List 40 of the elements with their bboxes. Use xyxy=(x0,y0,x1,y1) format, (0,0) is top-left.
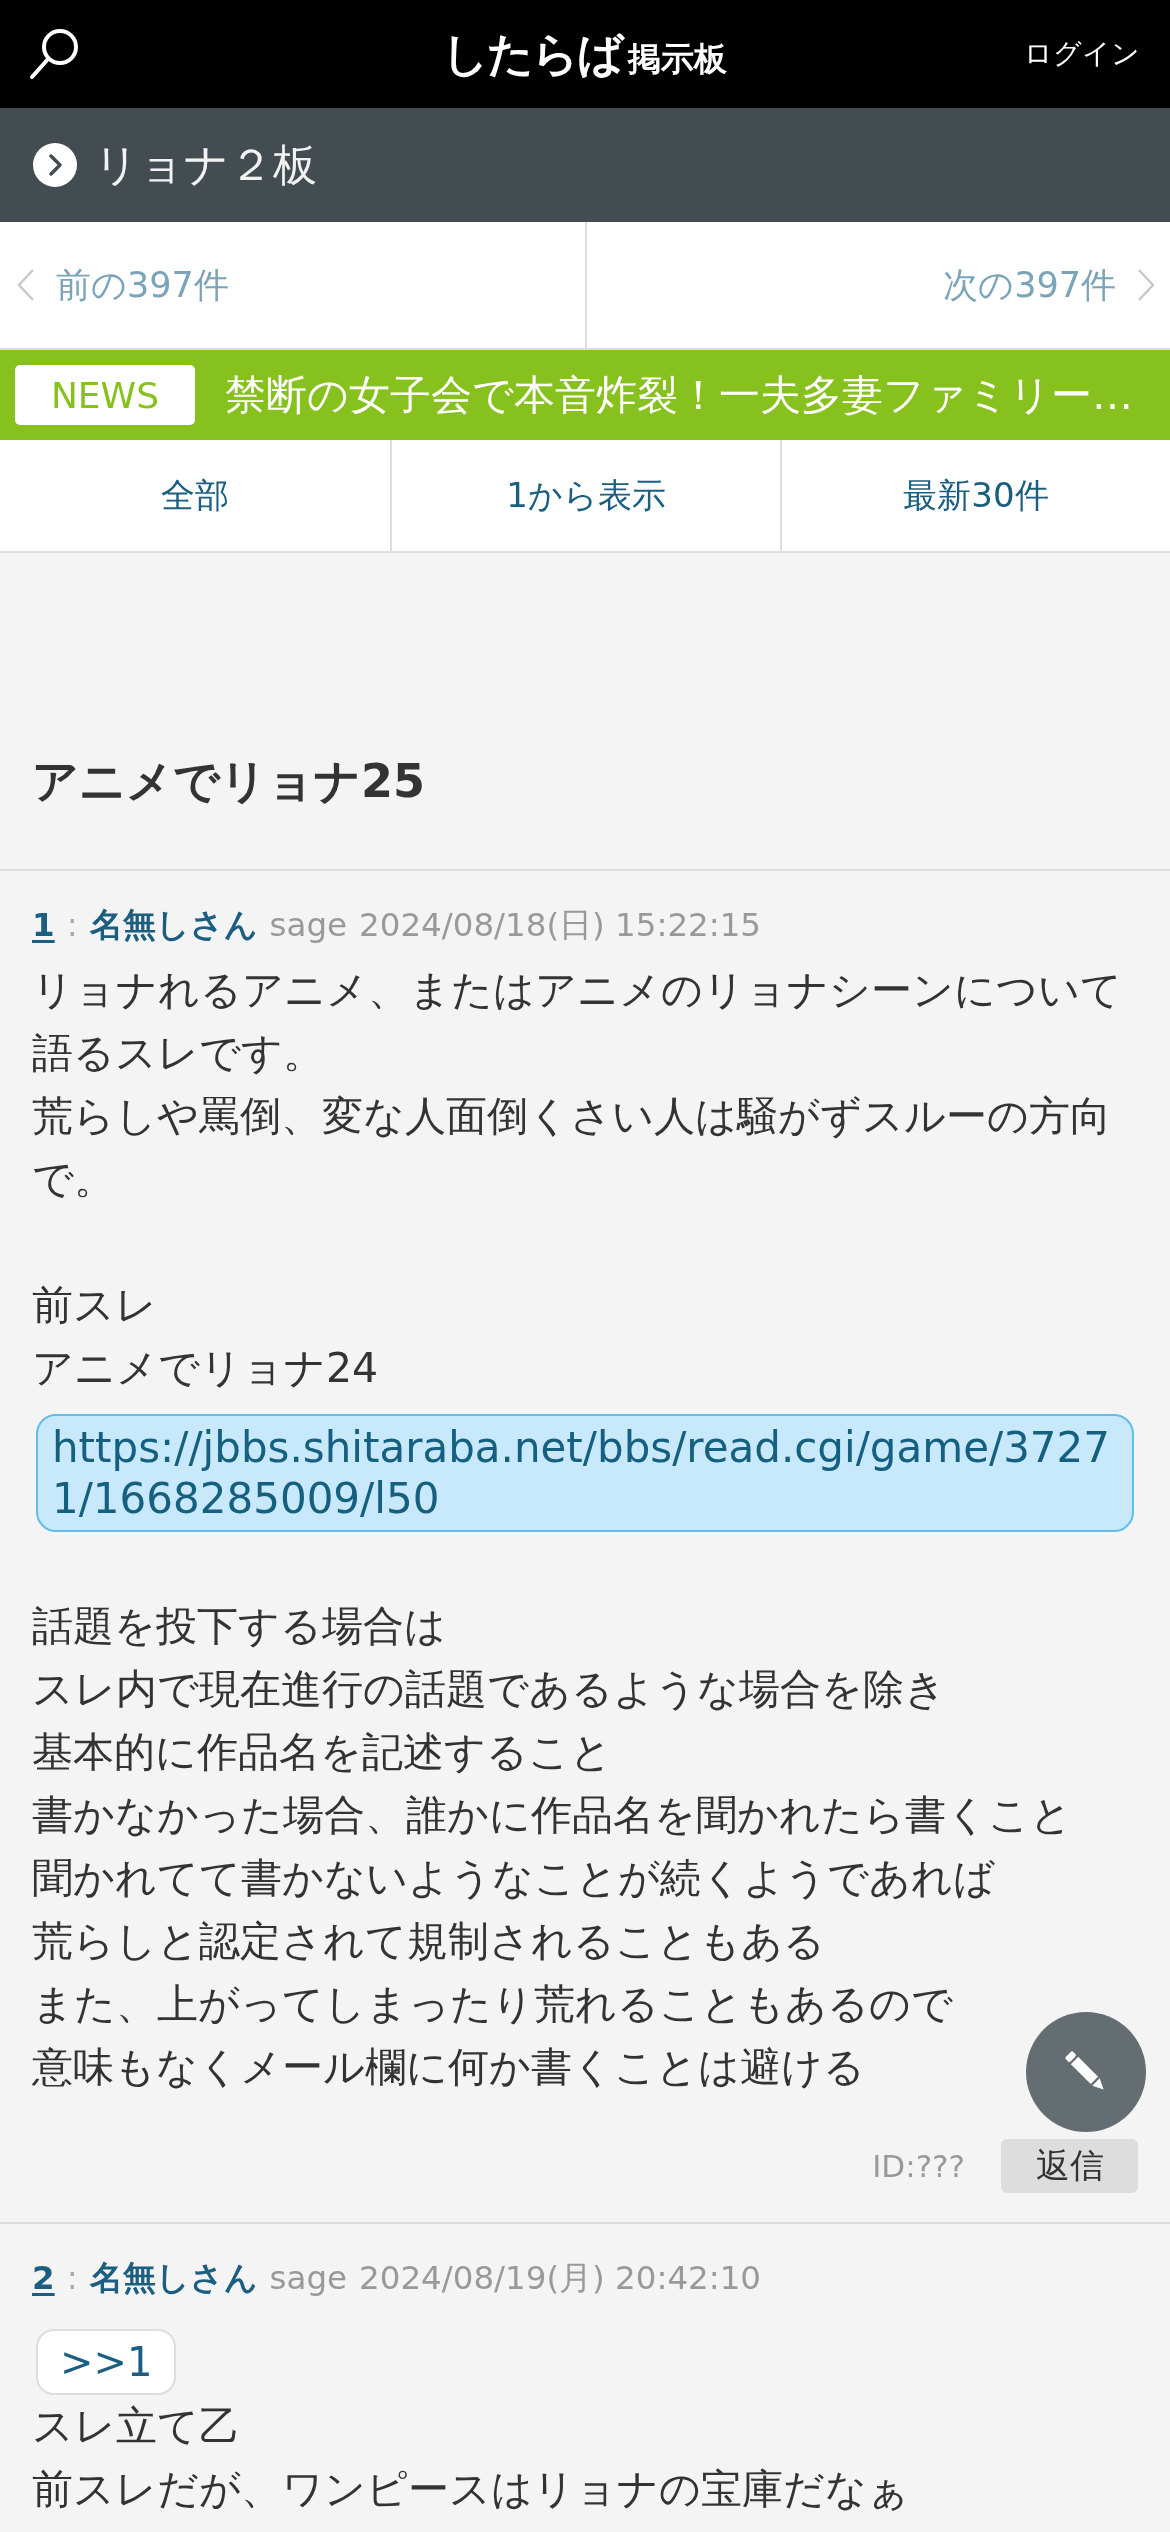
view-link[interactable]: 最新30件 xyxy=(780,440,1170,551)
post-text: 話題を投下する場合は xyxy=(32,1601,446,1652)
post-number-link[interactable]: 2 xyxy=(32,2256,55,2300)
post-id: ID:??? xyxy=(872,2148,965,2184)
chevron-circle-icon xyxy=(33,143,77,187)
colon-separator: : xyxy=(66,2258,78,2299)
view-link[interactable]: 1から表示 xyxy=(390,440,780,551)
post-date: 2024/08/18(日) 15:22:15 xyxy=(359,905,762,946)
thread-title: アニメでリョナ25 xyxy=(32,753,425,810)
post-text: 基本的に作品名を記述すること xyxy=(32,1727,612,1778)
post-text: 荒らしと認定されて規制されることもある xyxy=(32,1916,825,1967)
post-text: 前スレだが、ワンピースはリョナの宝庫だなぁ xyxy=(32,2464,909,2515)
post-text: 前スレ xyxy=(32,1280,157,1331)
search-icon[interactable] xyxy=(28,27,80,81)
mail-text: sage xyxy=(269,905,348,946)
post-text: リョナれるアニメ、またはアニメのリョナシーンについて語るスレです。 xyxy=(32,965,1123,1079)
post-number-link[interactable]: 1 xyxy=(32,903,55,947)
post-text: スレ内で現在進行の話題であるような場合を除き xyxy=(32,1664,946,1715)
login-link[interactable]: ログイン xyxy=(1024,35,1140,73)
colon-separator: : xyxy=(66,905,78,946)
view-link[interactable]: 全部 xyxy=(0,440,390,551)
post-text: 書かなかった場合、誰かに作品名を聞かれたら書くこと xyxy=(32,1790,1072,1841)
author-name: 名無しさん xyxy=(89,905,258,946)
site-logo[interactable]: したらば掲示板 xyxy=(441,31,727,77)
post-date: 2024/08/19(月) 20:42:10 xyxy=(359,2258,762,2299)
board-title[interactable]: リョナ２板 xyxy=(94,135,317,195)
thread-url-link[interactable]: https://jbbs.shitaraba.net/bbs/read.cgi/game/37271/1668285009/l50 xyxy=(36,1414,1134,1532)
reply-anchor-link[interactable]: >>1 xyxy=(36,2329,177,2395)
post-text: 荒らしや罵倒、変な人面倒くさい人は騒がずスルーの方向で。 xyxy=(32,1091,1112,1205)
post-text: アニメでリョナ24 xyxy=(32,1343,379,1394)
author-name: 名無しさん xyxy=(89,2258,258,2299)
reply-button[interactable]: 返信 xyxy=(1001,2139,1138,2193)
post-text: また、上がってしまったり荒れることもあるので xyxy=(32,1979,953,2030)
chevron-left-icon xyxy=(16,268,36,302)
post-text: 聞かれてて書かないようなことが続くようであれば xyxy=(32,1853,995,1904)
post-text: スレ立て乙 xyxy=(32,2401,240,2452)
mail-text: sage xyxy=(269,2258,348,2299)
chevron-right-icon xyxy=(1136,268,1156,302)
post-text: 意味もなくメール欄に何か書くことは避ける xyxy=(32,2042,865,2093)
news-badge: NEWS xyxy=(15,365,195,425)
